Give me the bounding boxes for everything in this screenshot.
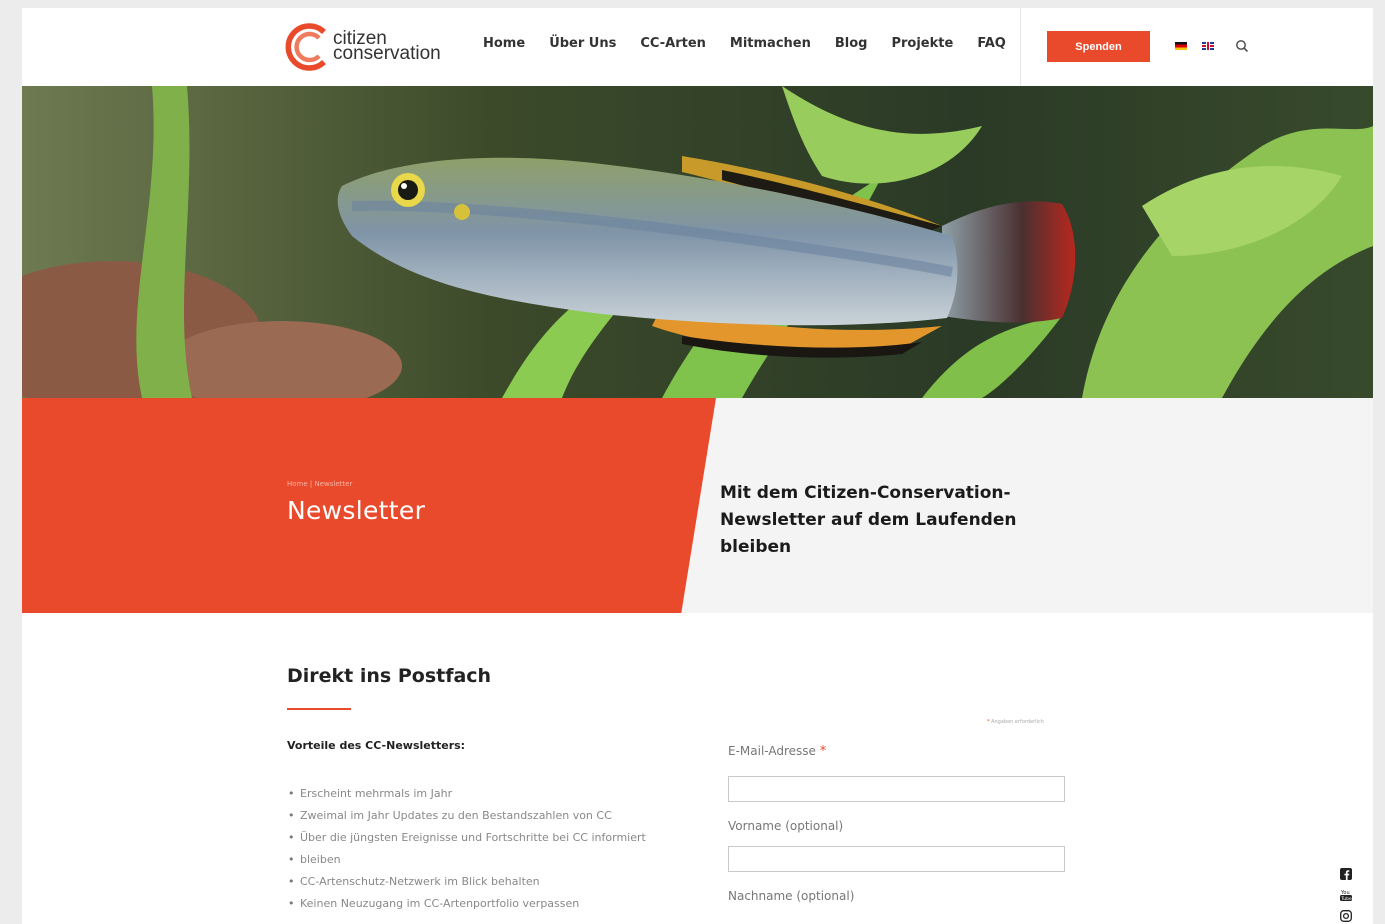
last-name-label: Nachname (optional) — [728, 889, 855, 903]
site-header: citizen conservation Home Über Uns CC-Ar… — [22, 8, 1373, 86]
list-item: Erscheint mehrmals im Jahr — [287, 783, 687, 805]
nav-item-faq[interactable]: FAQ — [977, 36, 1006, 58]
instagram-icon[interactable] — [1340, 910, 1352, 922]
nav-item-ueber-uns[interactable]: Über Uns — [549, 36, 616, 58]
email-field[interactable] — [728, 776, 1065, 802]
breadcrumb[interactable]: Home | Newsletter — [287, 480, 352, 488]
page-tagline: Mit dem Citizen-Conservation-Newsletter … — [720, 483, 1017, 557]
site-logo[interactable]: citizen conservation — [284, 22, 454, 72]
list-item-continuation: bleiben — [287, 849, 687, 871]
benefits-heading: Vorteile des CC-Newsletters: — [287, 739, 466, 752]
section-title: Direkt ins Postfach — [287, 665, 492, 687]
nav-item-cc-arten[interactable]: CC-Arten — [640, 36, 706, 58]
first-name-field[interactable] — [728, 846, 1065, 872]
benefits-list: Erscheint mehrmals im Jahr Zweimal im Ja… — [287, 783, 687, 915]
youtube-icon[interactable]: You Tube — [1340, 889, 1352, 901]
list-item: Zweimal im Jahr Updates zu den Bestandsz… — [287, 805, 687, 827]
nav-item-projekte[interactable]: Projekte — [891, 36, 953, 58]
german-flag-icon[interactable] — [1175, 42, 1187, 50]
header-divider — [1020, 8, 1021, 86]
list-item: Keinen Neuzugang im CC-Artenportfolio ve… — [287, 893, 687, 915]
main-nav: Home Über Uns CC-Arten Mitmachen Blog Pr… — [483, 36, 1030, 58]
facebook-icon[interactable] — [1340, 868, 1352, 880]
uk-flag-icon[interactable] — [1202, 42, 1214, 50]
required-star-icon: * — [819, 744, 827, 759]
list-item: CC-Artenschutz-Netzwerk im Blick behalte… — [287, 871, 687, 893]
email-label: E-Mail-Adresse * — [728, 744, 827, 759]
nav-item-mitmachen[interactable]: Mitmachen — [730, 36, 811, 58]
first-name-label: Vorname (optional) — [728, 819, 844, 833]
title-band: Home | Newsletter Newsletter Mit dem Cit… — [22, 398, 1373, 613]
hero-image — [22, 86, 1373, 398]
nav-item-home[interactable]: Home — [483, 36, 525, 58]
search-icon[interactable] — [1235, 39, 1249, 53]
list-item: Über die jüngsten Ereignisse und Fortsch… — [287, 827, 687, 849]
donate-button[interactable]: Spenden — [1047, 31, 1150, 62]
required-note: * Angaben erforderlich — [987, 719, 1044, 725]
logo-text-line2: conservation — [333, 43, 441, 64]
logo-mark-icon — [285, 23, 326, 71]
hero-fish-illustration — [22, 86, 1373, 398]
page: citizen conservation Home Über Uns CC-Ar… — [22, 8, 1373, 924]
svg-text:Tube: Tube — [1340, 896, 1352, 901]
page-title: Newsletter — [287, 496, 426, 525]
title-underline — [287, 708, 351, 710]
nav-item-blog[interactable]: Blog — [835, 36, 868, 58]
